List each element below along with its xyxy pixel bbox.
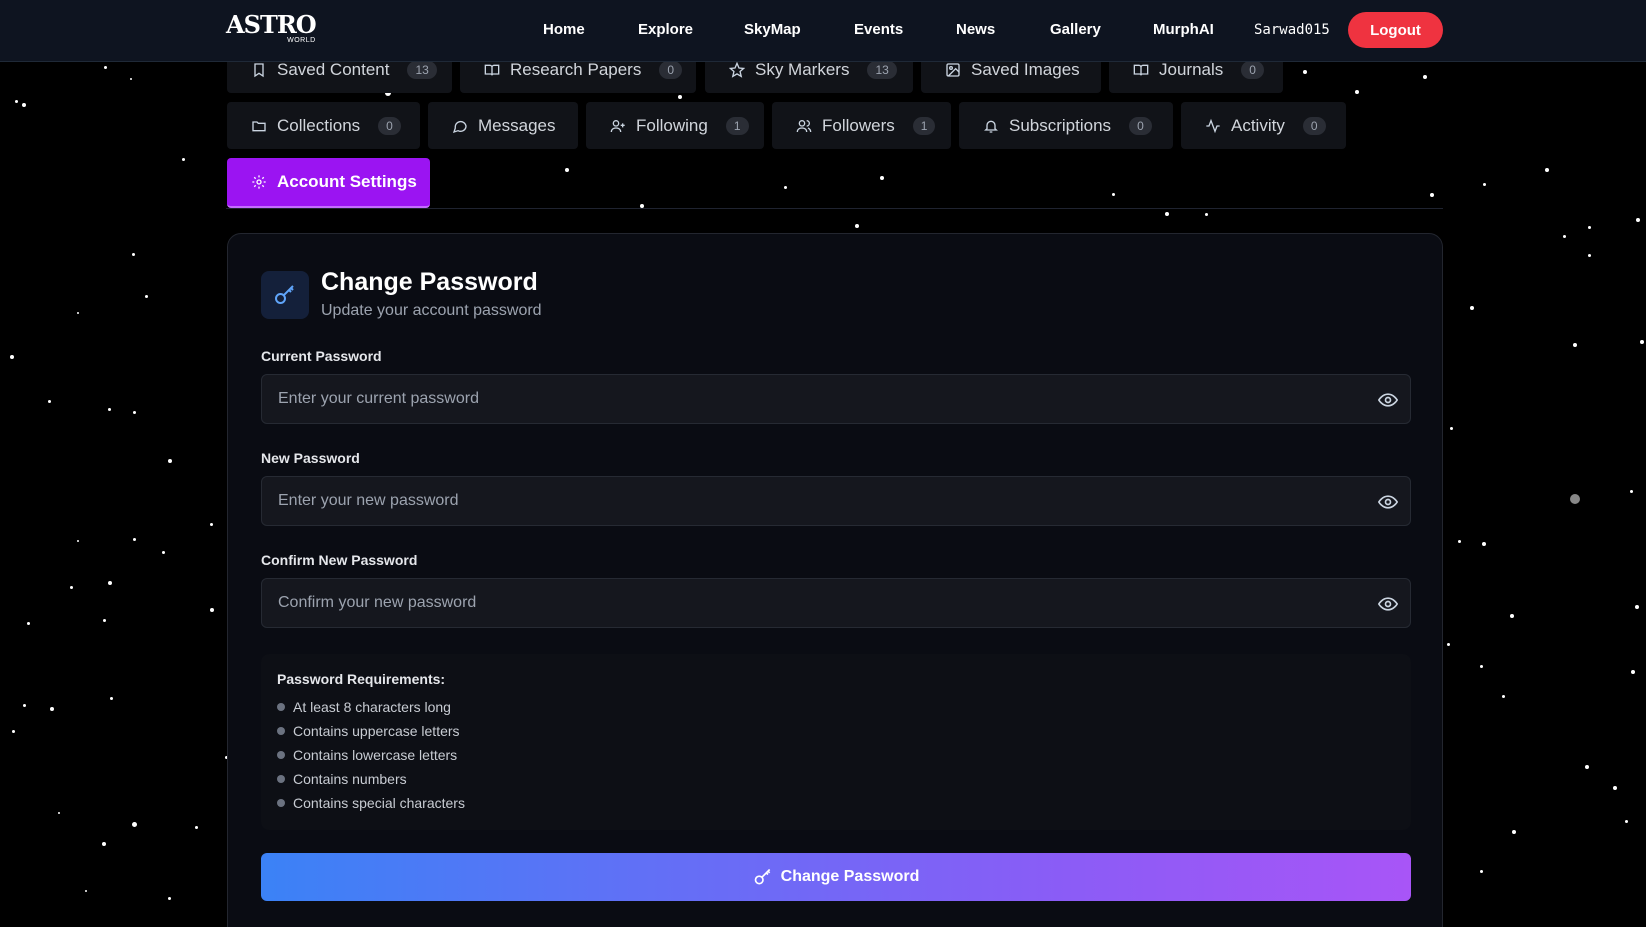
nav-link-gallery[interactable]: Gallery: [1050, 20, 1101, 40]
tab-count-badge: 0: [1302, 116, 1326, 135]
tab-label: Saved Content: [277, 59, 390, 79]
tab-label: Messages: [478, 115, 556, 135]
new-password-field-wrapper: [261, 476, 1411, 526]
tab-count-badge: 0: [378, 116, 401, 135]
nav-link-skymap[interactable]: SkyMap: [744, 20, 801, 40]
tab-count-badge: 13: [407, 60, 437, 79]
key-icon-tile: [261, 271, 309, 319]
star-icon: [729, 61, 745, 78]
key-icon: [275, 285, 294, 304]
tabs-divider: [226, 208, 1443, 209]
tab-followers[interactable]: Followers 1: [772, 102, 951, 149]
logout-button[interactable]: Logout: [1348, 12, 1443, 48]
card-title: Change Password: [321, 268, 538, 296]
book-open-icon: [1133, 64, 1149, 75]
change-password-card: Change Password Update your account pass…: [227, 233, 1443, 927]
tab-following[interactable]: Following 1: [586, 102, 764, 149]
current-password-input[interactable]: [262, 375, 1410, 423]
tab-label: Journals: [1159, 59, 1224, 79]
tab-count-badge: 13: [867, 60, 897, 79]
requirement-text: Contains lowercase letters: [293, 747, 458, 763]
tab-label: Account Settings: [277, 172, 417, 191]
requirement-text: Contains uppercase letters: [293, 723, 460, 739]
tab-count-badge: 0: [1241, 60, 1264, 79]
confirm-password-label: Confirm New Password: [261, 552, 418, 568]
image-icon: [946, 62, 960, 77]
tab-label: Following: [636, 115, 708, 135]
bullet-dot: [277, 799, 285, 807]
bullet-dot: [277, 775, 285, 783]
requirement-item: At least 8 characters long: [277, 699, 451, 715]
key-icon: [754, 868, 770, 885]
bullet-dot: [277, 751, 285, 759]
nav-link-home[interactable]: Home: [543, 20, 585, 40]
requirement-item: Contains numbers: [277, 771, 407, 787]
requirement-text: Contains special characters: [293, 795, 465, 811]
card-subtitle: Update your account password: [321, 302, 542, 319]
confirm-password-field-wrapper: [261, 578, 1411, 628]
current-password-field-wrapper: [261, 374, 1411, 424]
nav-link-explore[interactable]: Explore: [638, 20, 693, 40]
eye-icon[interactable]: [1378, 594, 1398, 614]
tab-messages[interactable]: Messages: [428, 102, 578, 149]
password-requirements-box: Password Requirements: At least 8 charac…: [261, 654, 1411, 830]
bullet-dot: [277, 703, 285, 711]
change-password-button[interactable]: Change Password: [261, 853, 1411, 901]
logo-subtext: WORLD: [287, 37, 316, 44]
book-open-icon: [484, 64, 500, 75]
tab-subscriptions[interactable]: Subscriptions 0: [959, 102, 1173, 149]
astro-world-logo[interactable]: ASTRO WORLD: [226, 10, 317, 45]
username-link[interactable]: Sarwad015: [1254, 20, 1330, 40]
requirement-text: At least 8 characters long: [293, 699, 451, 715]
requirement-text: Contains numbers: [293, 771, 407, 787]
message-icon: [452, 120, 467, 133]
eye-icon[interactable]: [1378, 492, 1398, 512]
eye-icon[interactable]: [1378, 390, 1398, 410]
tab-activity[interactable]: Activity 0: [1181, 102, 1346, 149]
nav-link-events[interactable]: Events: [854, 20, 903, 40]
requirement-item: Contains special characters: [277, 795, 465, 811]
new-password-input[interactable]: [262, 477, 1410, 525]
confirm-password-input[interactable]: [262, 579, 1410, 627]
users-icon: [796, 119, 812, 132]
gear-icon: [252, 175, 266, 189]
bookmark-icon: [254, 62, 264, 77]
activity-icon: [1206, 118, 1220, 133]
requirement-item: Contains uppercase letters: [277, 723, 460, 739]
tab-count-badge: 1: [725, 116, 749, 135]
tab-label: Followers: [822, 115, 895, 135]
top-navbar: ASTRO WORLD Home Explore SkyMap Events N…: [0, 0, 1646, 62]
tab-label: Subscriptions: [1009, 115, 1112, 135]
tab-count-badge: 0: [1129, 116, 1152, 135]
tab-label: Sky Markers: [755, 59, 850, 79]
tab-label: Saved Images: [971, 59, 1080, 79]
folder-icon: [252, 120, 266, 131]
tab-label: Activity: [1231, 115, 1285, 135]
bell-icon: [984, 120, 998, 133]
nav-link-murphai[interactable]: MurphAI: [1153, 20, 1214, 40]
tab-label: Collections: [277, 115, 361, 135]
requirement-item: Contains lowercase letters: [277, 747, 457, 763]
tab-label: Research Papers: [510, 59, 642, 79]
requirements-title: Password Requirements:: [277, 671, 446, 687]
current-password-label: Current Password: [261, 348, 382, 364]
change-password-button-label: Change Password: [780, 868, 920, 885]
logo-text: ASTRO: [226, 10, 317, 39]
tab-count-badge: 1: [912, 116, 936, 135]
new-password-label: New Password: [261, 450, 360, 466]
nav-link-news[interactable]: News: [956, 20, 995, 40]
tab-count-badge: 0: [659, 60, 683, 79]
bullet-dot: [277, 727, 285, 735]
tab-collections[interactable]: Collections 0: [227, 102, 420, 149]
user-plus-icon: [610, 119, 625, 132]
tab-account-settings[interactable]: Account Settings: [227, 158, 430, 208]
